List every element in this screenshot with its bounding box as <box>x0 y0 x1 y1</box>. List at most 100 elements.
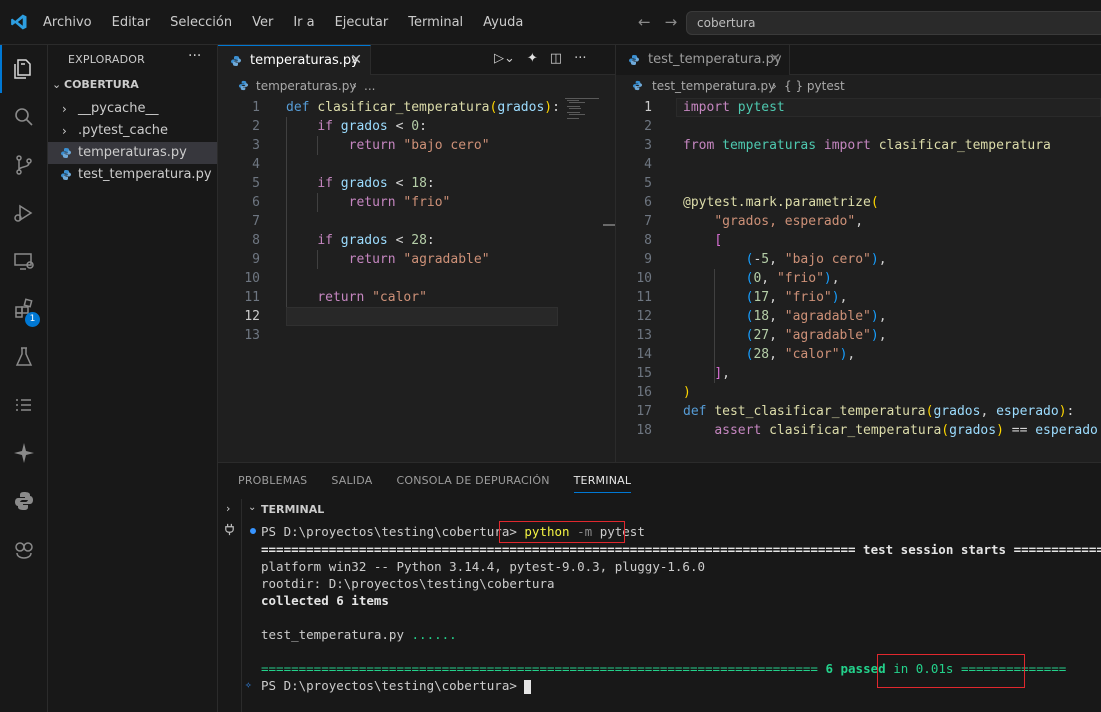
chevron-right-icon: › <box>62 124 67 138</box>
close-icon[interactable]: ✕ <box>769 45 781 74</box>
tab-label: test_temperatura.py <box>648 52 782 67</box>
prompt-text: PS D:\proyectos\testing\cobertura> <box>261 524 517 539</box>
line-number: 8 <box>252 233 260 248</box>
code-line: from temperaturas import clasificar_temp… <box>683 138 1051 153</box>
python-file-icon <box>231 56 241 66</box>
remote-explorer-icon[interactable] <box>0 237 48 285</box>
code-line: ], <box>714 366 730 381</box>
minimap-cursor-marker <box>603 224 615 226</box>
code-line: (18, "agradable"), <box>745 309 887 324</box>
tree-item-pytest-cache[interactable]: › .pytest_cache <box>48 120 217 142</box>
test-progress-line: test_temperatura.py ...... <box>261 626 457 643</box>
split-editor-icon[interactable]: ◫ <box>550 51 562 66</box>
minimap-line <box>567 106 580 107</box>
line-number: 14 <box>636 347 652 362</box>
line-number: 9 <box>644 252 652 267</box>
run-file-icon[interactable]: ▷⌄ <box>494 51 515 66</box>
extensions-icon[interactable]: 1 <box>0 285 48 333</box>
minimap-line <box>569 102 585 103</box>
terminal-cursor <box>524 679 532 694</box>
back-arrow-icon[interactable]: ← <box>638 14 651 30</box>
menu-seleccion[interactable]: Selección <box>160 0 242 45</box>
source-control-icon[interactable] <box>0 141 48 189</box>
tree-item-pycache[interactable]: › __pycache__ <box>48 98 217 120</box>
terminal-output[interactable]: PS D:\proyectos\testing\cobertura> pytho… <box>242 521 1101 712</box>
code-editor-right[interactable]: 1 2 3 4 5 6 7 8 9 10 11 12 13 14 15 16 1… <box>616 98 1101 462</box>
search-icon[interactable] <box>0 93 48 141</box>
chevron-down-icon: ⌄ <box>52 78 62 91</box>
minimap-line <box>569 114 585 115</box>
right-tab-bar: test_temperatura.py ✕ <box>616 45 1101 75</box>
breadcrumb-file[interactable]: temperaturas.py <box>256 75 356 97</box>
menu-ir-a[interactable]: Ir a <box>283 0 324 45</box>
code-line: return "frio" <box>348 195 451 210</box>
tab-salida[interactable]: SALIDA <box>331 463 384 499</box>
menu-editar[interactable]: Editar <box>102 0 161 45</box>
breadcrumb-tail[interactable]: ... <box>364 75 375 97</box>
chevron-down-icon[interactable]: ⌄ <box>248 502 256 513</box>
more-actions-icon[interactable]: ··· <box>188 48 201 64</box>
platform-line: platform win32 -- Python 3.14.4, pytest-… <box>261 559 706 574</box>
tab-test-temperatura[interactable]: test_temperatura.py ✕ <box>616 45 790 75</box>
chevron-right-icon[interactable]: › <box>226 502 230 515</box>
minimap-line <box>565 98 599 99</box>
forward-arrow-icon[interactable]: → <box>665 14 678 30</box>
passed-highlight-box <box>877 654 1025 688</box>
test-list-icon[interactable] <box>0 381 48 429</box>
menu-ver[interactable]: Ver <box>242 0 283 45</box>
code-line: @pytest.mark.parametrize( <box>683 195 879 210</box>
minimap[interactable] <box>563 98 615 462</box>
line-number: 7 <box>252 214 260 229</box>
tab-terminal[interactable]: TERMINAL <box>573 463 644 499</box>
testing-flask-icon[interactable] <box>0 333 48 381</box>
code-line: (27, "agradable"), <box>745 328 887 343</box>
python-file-icon <box>629 55 639 65</box>
nav-arrows: ← → <box>638 14 677 30</box>
line-number: 3 <box>252 138 260 153</box>
menu-archivo[interactable]: Archivo <box>33 0 102 45</box>
copilot-sparkle-icon[interactable]: ✦ <box>527 51 538 66</box>
sidebar-title: EXPLORADOR <box>68 53 146 66</box>
tree-item-temperaturas[interactable]: temperaturas.py <box>48 142 217 164</box>
line-number: 3 <box>644 138 652 153</box>
run-debug-icon[interactable] <box>0 189 48 237</box>
prompt-text: PS D:\proyectos\testing\cobertura> <box>261 678 517 693</box>
code-editor-left[interactable]: 1 2 3 4 5 6 7 8 9 10 11 12 13 def clasif… <box>218 98 615 462</box>
test-dots: ...... <box>411 627 457 642</box>
breadcrumb-file[interactable]: test_temperatura.py <box>652 75 775 97</box>
rootdir-line: rootdir: D:\proyectos\testing\cobertura <box>261 576 555 591</box>
line-number: 11 <box>636 290 652 305</box>
breadcrumb-right: test_temperatura.py › { } pytest <box>616 75 1101 97</box>
tab-temperaturas[interactable]: temperaturas.py ✕ <box>218 45 371 75</box>
line-number: 4 <box>644 157 652 172</box>
close-icon[interactable]: ✕ <box>350 46 362 75</box>
menu-ejecutar[interactable]: Ejecutar <box>325 0 399 45</box>
copilot-chat-icon[interactable] <box>0 525 48 573</box>
editor-split-divider[interactable] <box>615 45 616 462</box>
plug-icon[interactable] <box>223 523 236 536</box>
code-line: (28, "calor"), <box>745 347 856 362</box>
python-icon[interactable] <box>0 477 48 525</box>
more-actions-icon[interactable]: ··· <box>574 51 586 66</box>
breadcrumb-tail[interactable]: { } pytest <box>784 75 845 97</box>
tab-consola-depuracion[interactable]: CONSOLA DE DEPURACIÓN <box>396 463 561 499</box>
code-line: (-5, "bajo cero"), <box>745 252 887 267</box>
command-highlight-box <box>499 521 625 543</box>
code-line: ) <box>683 385 691 400</box>
line-number: 12 <box>244 309 260 324</box>
tree-item-test-temperatura[interactable]: test_temperatura.py <box>48 164 217 186</box>
test-file-name: test_temperatura.py <box>261 627 404 642</box>
command-center-search[interactable]: cobertura <box>686 11 1101 35</box>
line-number: 2 <box>252 119 260 134</box>
folder-header[interactable]: ⌄ COBERTURA <box>52 78 139 91</box>
copilot-sparkle-icon[interactable] <box>0 429 48 477</box>
line-number: 1 <box>644 100 652 115</box>
activity-bar: 1 <box>0 45 48 712</box>
explorer-icon[interactable] <box>0 45 48 93</box>
code-line: [ <box>714 233 723 248</box>
tab-problemas[interactable]: PROBLEMAS <box>238 463 319 499</box>
menu-terminal[interactable]: Terminal <box>398 0 473 45</box>
code-line: (0, "frio"), <box>745 271 840 286</box>
menu-ayuda[interactable]: Ayuda <box>473 0 533 45</box>
python-file-icon <box>61 148 71 158</box>
